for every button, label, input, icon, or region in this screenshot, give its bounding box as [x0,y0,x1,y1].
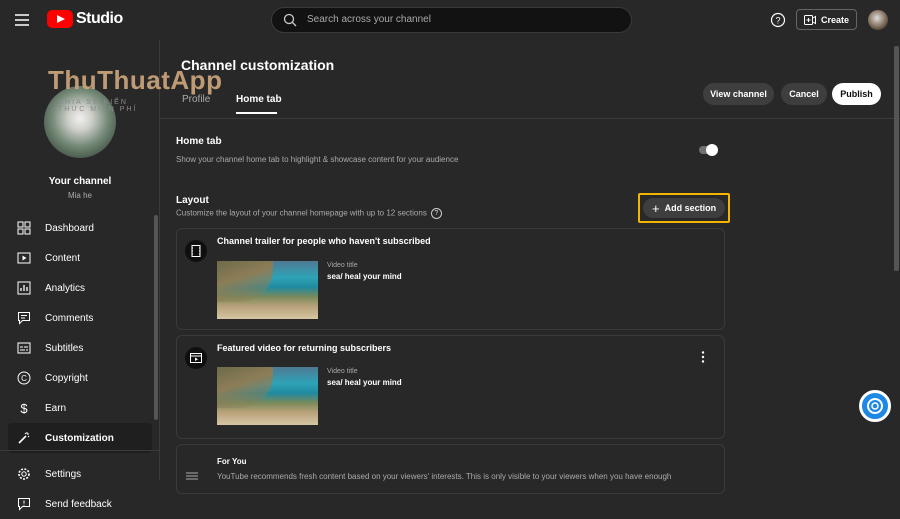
sidebar-scrollbar[interactable] [154,215,158,420]
add-section-highlight: + Add section [638,193,730,223]
studio-logo[interactable]: Studio [47,10,123,28]
layout-desc-row: Customize the layout of your channel hom… [176,208,442,219]
gear-icon [18,468,30,480]
header-divider [160,118,900,119]
video-title-label: Video title [327,368,358,375]
subtitles-icon [17,342,31,354]
sidebar-divider [0,450,160,451]
sidebar-item-label: Comments [45,312,94,324]
copyright-icon: C [17,371,31,385]
sidebar-bottom-nav: Settings Send feedback [8,459,152,519]
top-bar: Studio Search across your channel ? Crea… [0,0,900,40]
video-thumbnail[interactable] [217,261,318,319]
hamburger-menu-icon[interactable] [12,10,32,30]
svg-text:?: ? [775,16,780,26]
feedback-icon [18,498,30,511]
sidebar-item-label: Dashboard [45,222,94,234]
video-title-value: sea/ heal your mind [327,272,402,281]
sidebar-item-label: Analytics [45,282,86,294]
sidebar-item-label: Customization [45,432,114,444]
content-icon [17,252,31,264]
home-tab-desc: Show your channel home tab to highlight … [176,155,459,164]
sidebar: ThuThuatApp CHIA SẺ KIẾN THỨC MIỄN PHÍ Y… [0,40,222,511]
sidebar-item-earn[interactable]: $ Earn [8,393,152,423]
search-input[interactable]: Search across your channel [271,7,632,33]
sidebar-item-comments[interactable]: Comments [8,303,152,333]
video-title-label: Video title [327,262,358,269]
help-circle-icon[interactable]: ? [430,208,442,219]
sidebar-item-copyright[interactable]: C Copyright [8,363,152,393]
toggle-knob [706,144,718,156]
layout-title: Layout [176,195,209,206]
sidebar-item-customization[interactable]: Customization [8,423,152,453]
analytics-icon [17,281,31,295]
channel-handle: Mia he [67,191,92,200]
sidebar-item-label: Content [45,252,81,264]
youtube-logo-icon [47,10,73,28]
search-placeholder: Search across your channel [307,14,431,25]
layout-desc: Customize the layout of your channel hom… [176,208,427,218]
add-section-button[interactable]: + Add section [643,198,725,218]
help-icon[interactable]: ? [770,12,786,28]
sidebar-item-subtitles[interactable]: Subtitles [8,333,152,363]
create-button[interactable]: Create [796,9,857,30]
section-card-channel-trailer[interactable]: Channel trailer for people who haven't s… [176,228,725,330]
sidebar-item-settings[interactable]: Settings [8,459,152,489]
sidebar-nav: Dashboard Content Analytics Comments Sub… [8,213,152,453]
svg-text:C: C [21,374,27,383]
search-icon [283,13,297,27]
more-options-icon[interactable] [699,350,707,364]
sidebar-item-content[interactable]: Content [8,243,152,273]
magic-wand-icon [18,432,30,444]
cancel-button[interactable]: Cancel [781,83,827,105]
lifebuoy-icon [867,398,883,414]
sidebar-item-send-feedback[interactable]: Send feedback [8,489,152,519]
add-section-label: Add section [664,203,717,213]
svg-text:$: $ [20,401,28,415]
sidebar-item-label: Earn [45,402,67,414]
create-label: Create [821,14,850,25]
page-title: Channel customization [181,57,335,73]
featured-video-icon [185,347,207,369]
section-card-for-you[interactable]: For You YouTube recommends fresh content… [176,444,725,494]
account-avatar[interactable] [868,10,888,30]
tab-profile[interactable]: Profile [182,94,210,105]
tab-home[interactable]: Home tab [236,94,282,105]
card-title: For You [217,457,247,466]
plus-icon: + [652,200,660,216]
dollar-icon: $ [20,401,28,415]
film-icon [185,240,207,262]
sidebar-item-dashboard[interactable]: Dashboard [8,213,152,243]
channel-avatar[interactable] [44,86,116,158]
your-channel-label: Your channel [48,176,112,187]
home-tab-toggle[interactable] [697,143,721,157]
studio-label: Studio [76,10,123,27]
section-card-featured-video[interactable]: Featured video for returning subscribers… [176,335,725,439]
floating-support-button[interactable] [859,390,891,422]
sidebar-item-label: Send feedback [45,498,112,510]
comments-icon [18,312,30,325]
home-tab-title: Home tab [176,136,222,147]
sidebar-item-analytics[interactable]: Analytics [8,273,152,303]
publish-button[interactable]: Publish [832,83,881,105]
create-video-icon [804,14,816,25]
main-scrollbar[interactable] [894,46,899,271]
active-tab-indicator [236,112,277,114]
watermark-subtitle: CHIA SẺ KIẾN THỨC MIỄN PHÍ [58,99,138,113]
dashboard-icon [17,221,31,235]
sidebar-item-label: Copyright [45,372,88,384]
video-thumbnail[interactable] [217,367,318,425]
sidebar-item-label: Settings [45,468,82,480]
sidebar-item-label: Subtitles [45,342,84,354]
video-title-value: sea/ heal your mind [327,378,402,387]
card-title: Featured video for returning subscribers [217,343,392,353]
card-title: Channel trailer for people who haven't s… [217,236,431,246]
view-channel-button[interactable]: View channel [703,83,774,105]
